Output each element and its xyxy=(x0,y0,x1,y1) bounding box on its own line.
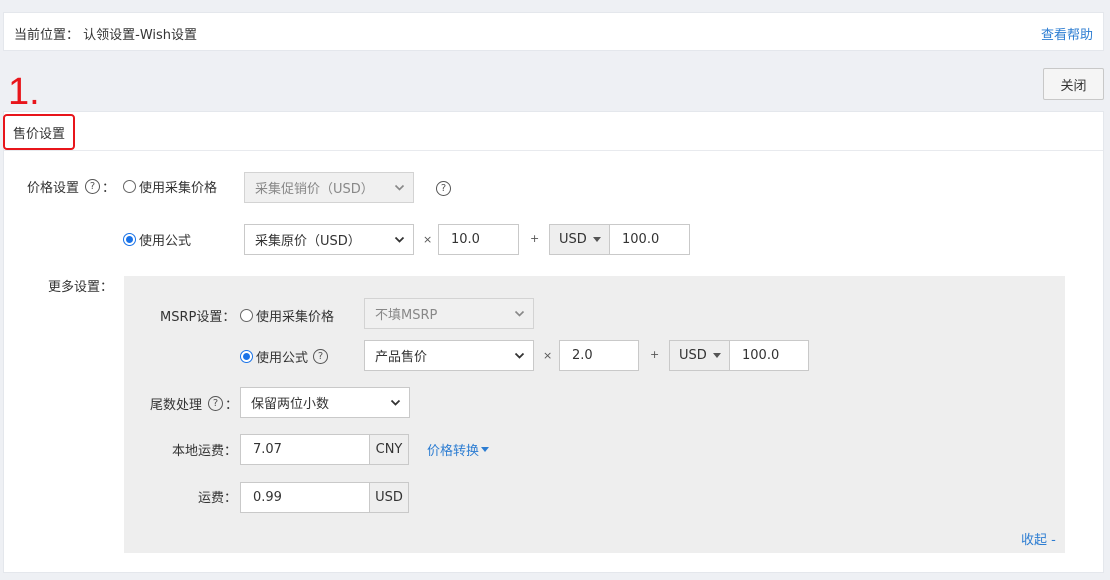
radio-msrp-collect-price[interactable]: 使用采集价格 xyxy=(240,306,334,325)
price-settings-panel: 售价设置 价格设置 ? ： 使用采集价格 采集促销价（USD） ? 使用公式 采… xyxy=(3,111,1104,573)
help-link[interactable]: 查看帮助 xyxy=(1041,24,1093,43)
multiply-symbol: × xyxy=(423,233,433,246)
rounding-help-icon[interactable]: ? xyxy=(208,396,224,411)
formula-base-select[interactable]: 采集原价（USD） xyxy=(244,224,414,255)
select-value: 保留两位小数 xyxy=(251,397,330,412)
collect-price-select[interactable]: 采集促销价（USD） xyxy=(244,172,414,203)
msrp-help-icon[interactable]: ? xyxy=(313,349,329,364)
caret-down-icon xyxy=(712,352,721,358)
price-convert-link[interactable]: 价格转换 xyxy=(427,440,490,459)
chevron-down-icon xyxy=(394,184,405,191)
radio-label: 使用采集价格 xyxy=(139,181,218,196)
radio-use-formula[interactable]: 使用公式 xyxy=(123,230,191,249)
radio-circle xyxy=(123,180,136,193)
msrp-label: MSRP设置： xyxy=(160,310,236,325)
radio-circle-selected xyxy=(240,350,253,363)
shipping-label: 运费： xyxy=(198,491,238,506)
msrp-currency-dropdown[interactable]: USD xyxy=(669,340,730,371)
rounding-label: 尾数处理 ? ： xyxy=(150,394,238,413)
plus-symbol: + xyxy=(530,232,540,245)
rounding-label-text: 尾数处理 xyxy=(150,398,203,413)
close-button[interactable]: 关闭 xyxy=(1043,68,1104,100)
rounding-select[interactable]: 保留两位小数 xyxy=(240,387,410,418)
radio-circle-selected xyxy=(123,233,136,246)
select-value: 采集促销价（USD） xyxy=(255,182,374,197)
radio-circle xyxy=(240,309,253,322)
price-setting-colon: ： xyxy=(102,181,116,196)
msrp-formula-select[interactable]: 产品售价 xyxy=(364,340,534,371)
caret-down-icon xyxy=(481,446,490,452)
radio-label: 使用公式 xyxy=(139,234,192,249)
msrp-collect-select[interactable]: 不填MSRP xyxy=(364,298,534,329)
currency-label: USD xyxy=(559,232,587,247)
breadcrumb-bar: 当前位置： 认领设置-Wish设置 查看帮助 xyxy=(3,12,1104,51)
radio-label: 使用公式 xyxy=(256,351,309,366)
chevron-down-icon xyxy=(514,352,525,359)
collect-price-help-icon[interactable]: ? xyxy=(436,181,451,196)
local-shipping-label: 本地运费： xyxy=(172,444,238,459)
local-shipping-unit: CNY xyxy=(369,434,409,465)
price-setting-label: 价格设置 ? ： xyxy=(27,177,115,196)
radio-label: 使用采集价格 xyxy=(256,310,335,325)
tab-price-settings[interactable]: 售价设置 xyxy=(3,114,75,150)
chevron-down-icon xyxy=(390,399,401,406)
panel-header: 售价设置 xyxy=(3,112,1103,151)
select-value: 不填MSRP xyxy=(375,308,438,323)
msrp-addend-input[interactable]: 100.0 xyxy=(729,340,809,371)
select-value: 产品售价 xyxy=(375,350,428,365)
radio-use-collect-price[interactable]: 使用采集价格 xyxy=(123,177,217,196)
currency-dropdown[interactable]: USD xyxy=(549,224,610,255)
collapse-link[interactable]: 收起 - xyxy=(1021,529,1056,548)
rounding-colon: ： xyxy=(225,398,239,413)
radio-msrp-formula[interactable]: 使用公式 ? xyxy=(240,347,330,366)
msrp-multiplier-input[interactable]: 2.0 xyxy=(559,340,639,371)
currency-label: USD xyxy=(679,348,707,363)
price-convert-label: 价格转换 xyxy=(427,444,480,459)
multiply-symbol: × xyxy=(543,349,553,362)
help-icon[interactable]: ? xyxy=(85,179,101,194)
more-settings-label: 更多设置： xyxy=(48,280,114,295)
multiplier-input[interactable]: 10.0 xyxy=(438,224,519,255)
shipping-unit: USD xyxy=(369,482,409,513)
more-settings-box: MSRP设置： 使用采集价格 不填MSRP 使用公式 ? 产品售价 × 2.0 … xyxy=(124,276,1065,553)
step-annotation: 1. xyxy=(8,71,40,113)
plus-symbol: + xyxy=(650,348,660,361)
select-value: 采集原价（USD） xyxy=(255,234,361,249)
local-shipping-input[interactable]: 7.07 xyxy=(240,434,370,465)
price-setting-label-text: 价格设置 xyxy=(27,181,80,196)
shipping-input[interactable]: 0.99 xyxy=(240,482,370,513)
chevron-down-icon xyxy=(514,310,525,317)
chevron-down-icon xyxy=(394,236,405,243)
breadcrumb: 当前位置： 认领设置-Wish设置 xyxy=(14,28,198,43)
caret-down-icon xyxy=(592,236,601,242)
addend-input[interactable]: 100.0 xyxy=(609,224,690,255)
